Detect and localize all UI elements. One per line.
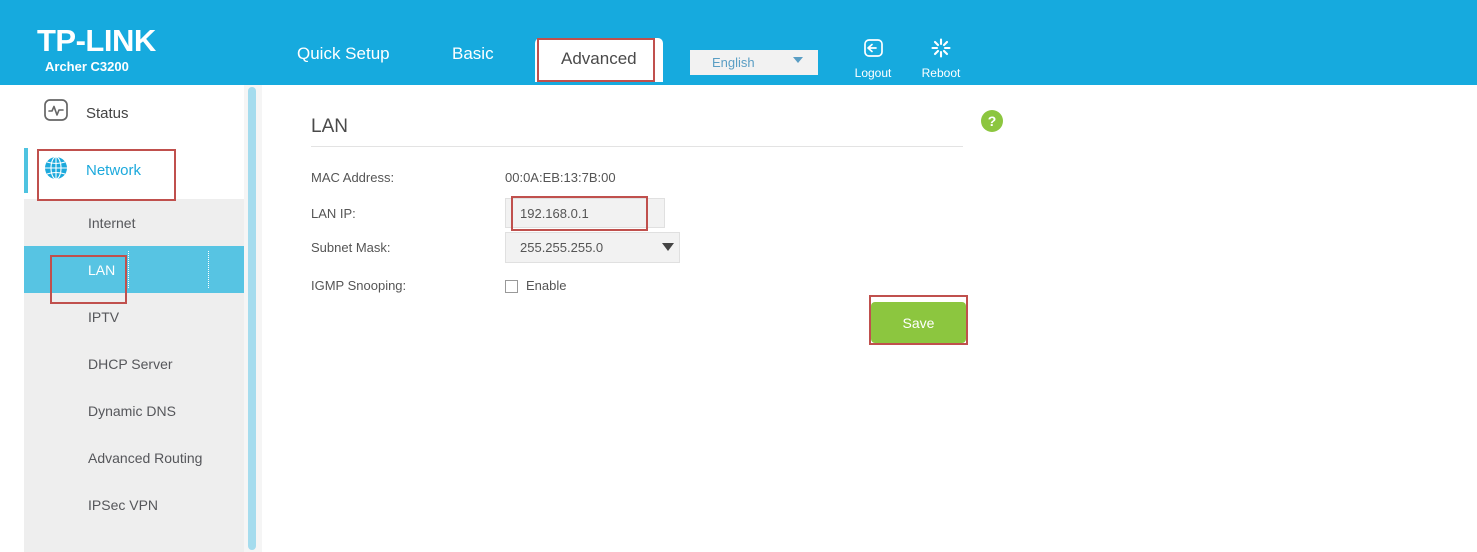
reboot-button[interactable]: Reboot bbox=[910, 38, 972, 80]
tab-quick-setup[interactable]: Quick Setup bbox=[297, 44, 390, 64]
sidebar-item-label: IPSec VPN bbox=[88, 496, 159, 513]
status-monitor-icon bbox=[41, 97, 73, 130]
sidebar-item-iptv[interactable]: IPTV bbox=[24, 293, 262, 340]
sidebar-item-label: IPTV bbox=[88, 308, 120, 325]
igmp-enable-checkbox[interactable] bbox=[505, 280, 518, 293]
logout-button[interactable]: Logout bbox=[842, 38, 904, 80]
sidebar-item-ipsec-vpn[interactable]: IPSec VPN bbox=[24, 481, 262, 528]
logout-label: Logout bbox=[854, 66, 892, 80]
title-divider bbox=[311, 146, 963, 147]
sidebar-item-label: Dynamic DNS bbox=[88, 402, 176, 419]
sidebar-item-status[interactable]: Status bbox=[24, 85, 262, 142]
sidebar-item-label: DHCP Server bbox=[88, 355, 173, 372]
mac-address-value: 00:0A:EB:13:7B:00 bbox=[505, 170, 616, 185]
sidebar-item-dhcp-server[interactable]: DHCP Server bbox=[24, 340, 262, 387]
sidebar-item-label: Internet bbox=[88, 214, 136, 231]
sidebar-item-lan[interactable]: LAN bbox=[24, 246, 262, 293]
igmp-snooping-label: IGMP Snooping: bbox=[311, 278, 407, 293]
tab-advanced[interactable]: Advanced bbox=[535, 38, 663, 82]
igmp-enable-label[interactable]: Enable bbox=[526, 278, 566, 293]
sidebar-item-internet[interactable]: Internet bbox=[24, 199, 262, 246]
page-title: LAN bbox=[311, 116, 348, 137]
sidebar: Status Network Internet LAN IPTV DHCP Se… bbox=[24, 85, 262, 552]
reboot-label: Reboot bbox=[921, 66, 961, 80]
reboot-icon bbox=[929, 38, 953, 64]
brand-name: TP-LINK bbox=[37, 23, 156, 58]
save-button[interactable]: Save bbox=[871, 302, 966, 343]
focus-marker-left bbox=[128, 251, 129, 288]
sidebar-item-advanced-routing[interactable]: Advanced Routing bbox=[24, 434, 262, 481]
app-header: TP-LINK Archer C3200 Quick Setup Basic A… bbox=[0, 0, 1477, 85]
focus-marker-right bbox=[208, 251, 209, 288]
sidebar-item-label: Status bbox=[86, 105, 129, 122]
globe-icon bbox=[41, 154, 73, 187]
subnet-mask-select[interactable]: 255.255.255.0 bbox=[505, 232, 680, 263]
sidebar-item-label: Advanced Routing bbox=[88, 449, 203, 466]
sidebar-item-label: Network bbox=[86, 162, 142, 179]
subnet-mask-label: Subnet Mask: bbox=[311, 240, 391, 255]
help-icon[interactable]: ? bbox=[981, 110, 1003, 132]
brand-logo: TP-LINK Archer C3200 bbox=[37, 23, 156, 75]
language-select[interactable]: English bbox=[690, 50, 818, 75]
lan-ip-label: LAN IP: bbox=[311, 206, 356, 221]
tab-basic[interactable]: Basic bbox=[452, 44, 494, 64]
main-content: LAN ? MAC Address: 00:0A:EB:13:7B:00 LAN… bbox=[262, 85, 1477, 552]
sidebar-item-network[interactable]: Network bbox=[24, 142, 262, 199]
lan-ip-input[interactable] bbox=[505, 198, 665, 228]
sidebar-scrollbar-thumb[interactable] bbox=[248, 87, 256, 550]
logout-icon bbox=[861, 39, 885, 64]
mac-address-label: MAC Address: bbox=[311, 170, 395, 185]
sidebar-item-label: LAN bbox=[88, 261, 116, 278]
sidebar-item-dynamic-dns[interactable]: Dynamic DNS bbox=[24, 387, 262, 434]
sidebar-scrollbar[interactable] bbox=[244, 85, 262, 552]
device-model: Archer C3200 bbox=[45, 59, 129, 74]
